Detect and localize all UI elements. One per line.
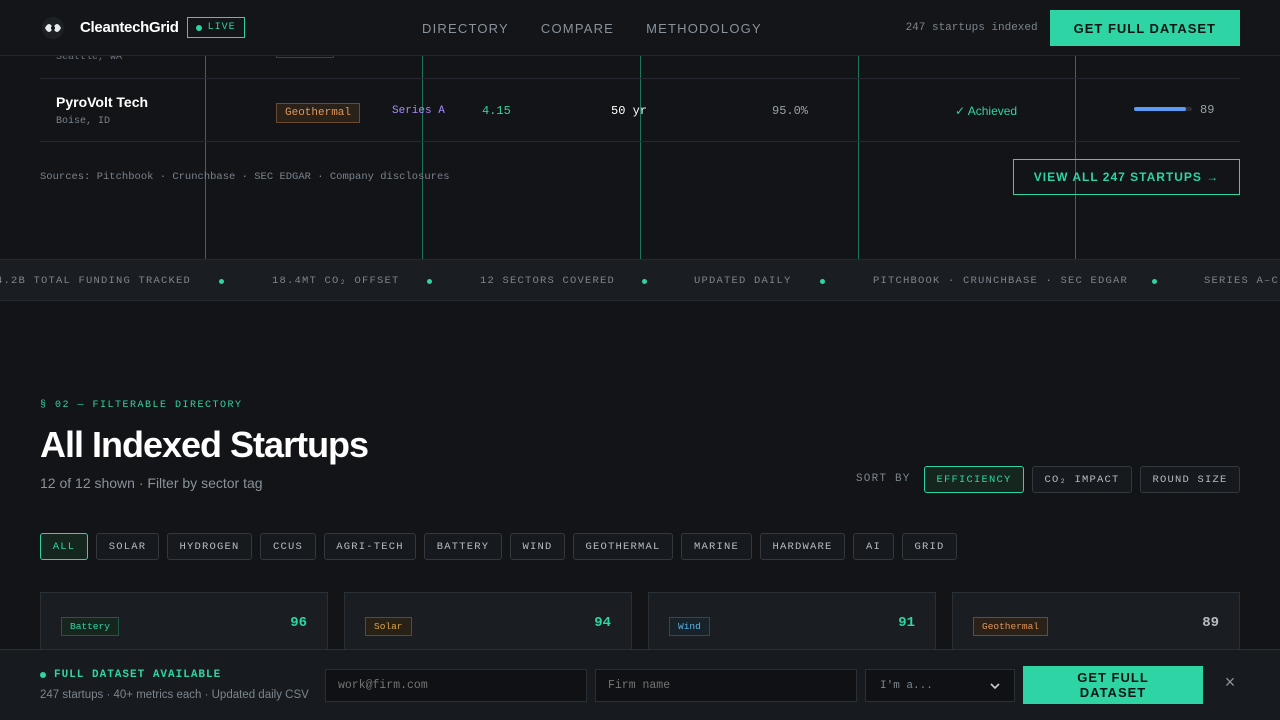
ticker-item: SERIES A–C	[1204, 275, 1280, 287]
stats-ticker: 4.2B TOTAL FUNDING TRACKED 18.4MT CO₂ OF…	[0, 259, 1280, 301]
live-badge: LIVE	[186, 17, 245, 38]
column-divider	[205, 56, 206, 260]
column-divider	[640, 56, 641, 260]
filter-chip-grid[interactable]: GRID	[902, 533, 957, 560]
main-nav: DIRECTORY COMPARE METHODOLOGY	[422, 0, 762, 56]
section-subtitle: 12 of 12 shown · Filter by sector tag	[40, 475, 263, 491]
company-name[interactable]: PyroVolt Tech	[56, 94, 148, 110]
status-cell: ✓ Achieved	[955, 104, 1018, 118]
ticker-dot-icon	[1152, 279, 1157, 284]
card-score: 91	[898, 615, 915, 631]
filter-chip-ccus[interactable]: CCUS	[260, 533, 316, 560]
column-divider	[1075, 56, 1076, 260]
section-title: All Indexed Startups	[40, 424, 369, 465]
sort-efficiency-button[interactable]: EFFICIENCY	[924, 466, 1024, 493]
card-sector-tag: Wind	[669, 617, 710, 636]
filter-chip-battery[interactable]: BATTERY	[424, 533, 502, 560]
filter-chip-geothermal[interactable]: GEOTHERMAL	[573, 533, 673, 560]
sector-tag: Geothermal	[276, 103, 361, 123]
live-dot-icon	[195, 24, 202, 31]
filter-chip-agri-tech[interactable]: AGRI-TECH	[324, 533, 416, 560]
chevron-down-icon	[990, 682, 1000, 689]
ticker-dot-icon	[820, 279, 825, 284]
indexed-count: 247 startups indexed	[905, 22, 1038, 34]
filter-chip-all[interactable]: ALL	[40, 533, 88, 560]
view-all-startups-button[interactable]: VIEW ALL 247 STARTUPS →	[1013, 159, 1240, 195]
header-actions: 247 startups indexed GET FULL DATASET	[906, 10, 1240, 46]
card-score: 96	[290, 615, 307, 631]
card-sector-tag: Solar	[365, 617, 412, 636]
card-sector-tag: Geothermal	[973, 617, 1049, 636]
card-sector-tag: Battery	[61, 617, 119, 636]
row-divider	[40, 141, 1240, 142]
ticker-item: 18.4MT CO₂ OFFSET	[272, 275, 400, 287]
sources-note: Sources: Pitchbook · Crunchbase · SEC ED…	[40, 171, 450, 183]
ticker-item: PITCHBOOK · CRUNCHBASE · SEC EDGAR	[873, 275, 1129, 287]
score-bar	[1134, 107, 1192, 111]
dataset-cta-bar: FULL DATASET AVAILABLE 247 startups · 40…	[0, 649, 1280, 720]
card-score: 89	[1202, 615, 1219, 631]
sort-round-size-button[interactable]: ROUND SIZE	[1140, 466, 1240, 493]
ticker-dot-icon	[219, 279, 224, 284]
score-bar-fill	[1134, 107, 1186, 111]
firm-name-field[interactable]	[595, 669, 857, 702]
filter-chip-marine[interactable]: MARINE	[681, 533, 752, 560]
section-eyebrow: § 02 — FILTERABLE DIRECTORY	[40, 400, 243, 411]
efficiency-cell: 4.15	[482, 104, 511, 118]
score-cell: 89	[1200, 103, 1215, 117]
cta-subtitle: 247 startups · 40+ metrics each · Update…	[40, 689, 309, 701]
row-divider	[40, 78, 1240, 79]
nav-directory[interactable]: DIRECTORY	[422, 21, 509, 36]
column-divider	[858, 56, 859, 260]
ticker-item: UPDATED DAILY	[694, 275, 792, 287]
ticker-dot-icon	[427, 279, 432, 284]
role-select[interactable]: I'm a...	[865, 669, 1015, 702]
email-field[interactable]	[325, 669, 587, 702]
filter-chip-wind[interactable]: WIND	[510, 533, 565, 560]
filter-chip-hydrogen[interactable]: HYDROGEN	[167, 533, 252, 560]
ticker-dot-icon	[642, 279, 647, 284]
filter-chip-hardware[interactable]: HARDWARE	[760, 533, 845, 560]
filter-chip-solar[interactable]: SOLAR	[96, 533, 159, 560]
get-full-dataset-button[interactable]: GET FULL DATASET	[1049, 10, 1240, 46]
role-select-value: I'm a...	[880, 679, 933, 692]
cta-title: FULL DATASET AVAILABLE	[40, 669, 221, 681]
live-label: LIVE	[207, 22, 236, 33]
column-divider	[422, 56, 423, 260]
uptime-cell: 95.0%	[772, 104, 809, 118]
sort-label: SORT BY	[856, 473, 911, 485]
filter-chip-ai[interactable]: AI	[853, 533, 894, 560]
card-score: 94	[594, 615, 611, 631]
brand-name[interactable]: CleantechGrid	[80, 19, 179, 36]
cta-title-text: FULL DATASET AVAILABLE	[54, 669, 222, 681]
sort-co2-impact-button[interactable]: CO₂ IMPACT	[1032, 466, 1132, 493]
ticker-item: 4.2B TOTAL FUNDING TRACKED	[0, 275, 192, 287]
lifespan-cell: 50 yr	[611, 104, 648, 118]
top-header: CleantechGrid LIVE DIRECTORY COMPARE MET…	[0, 0, 1280, 56]
get-full-dataset-submit-button[interactable]: GET FULL DATASET	[1023, 666, 1203, 704]
status-dot-icon	[40, 672, 46, 678]
nav-methodology[interactable]: METHODOLOGY	[646, 21, 762, 36]
close-icon[interactable]: ×	[1222, 673, 1238, 691]
company-location: Boise, ID	[56, 116, 111, 127]
ticker-item: 12 SECTORS COVERED	[480, 275, 616, 287]
nav-compare[interactable]: COMPARE	[541, 21, 614, 36]
round-cell: Series A	[392, 105, 445, 117]
logo-icon[interactable]	[40, 15, 66, 41]
